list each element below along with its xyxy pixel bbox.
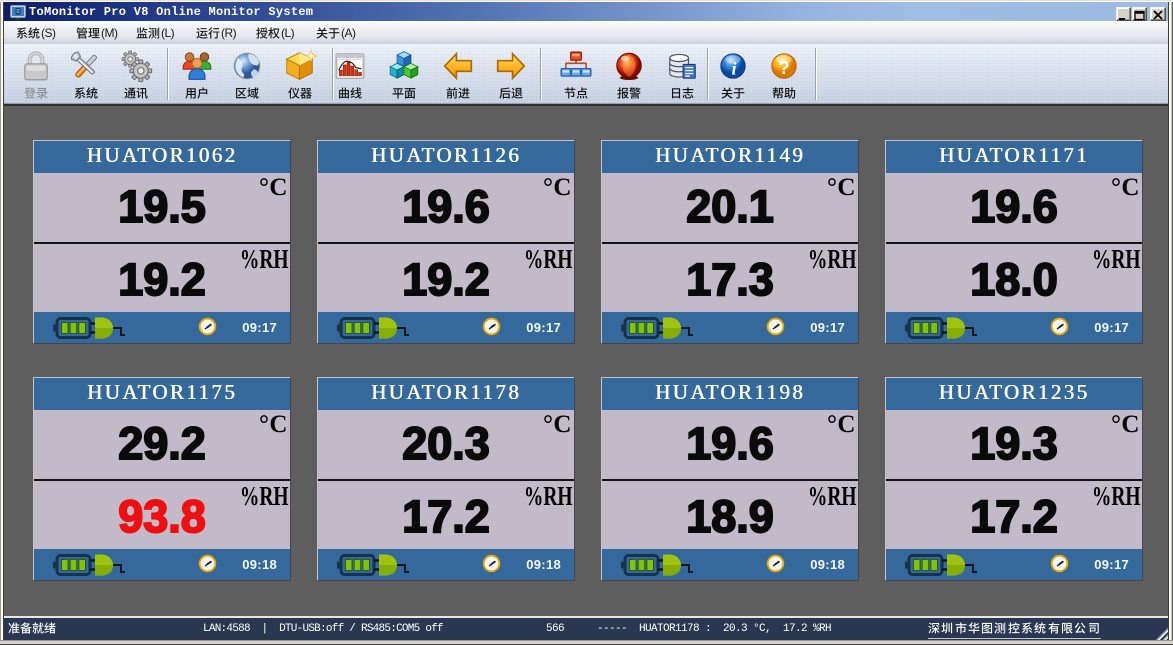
svg-text:?: ? [778,58,789,78]
svg-text:i: i [732,59,737,79]
